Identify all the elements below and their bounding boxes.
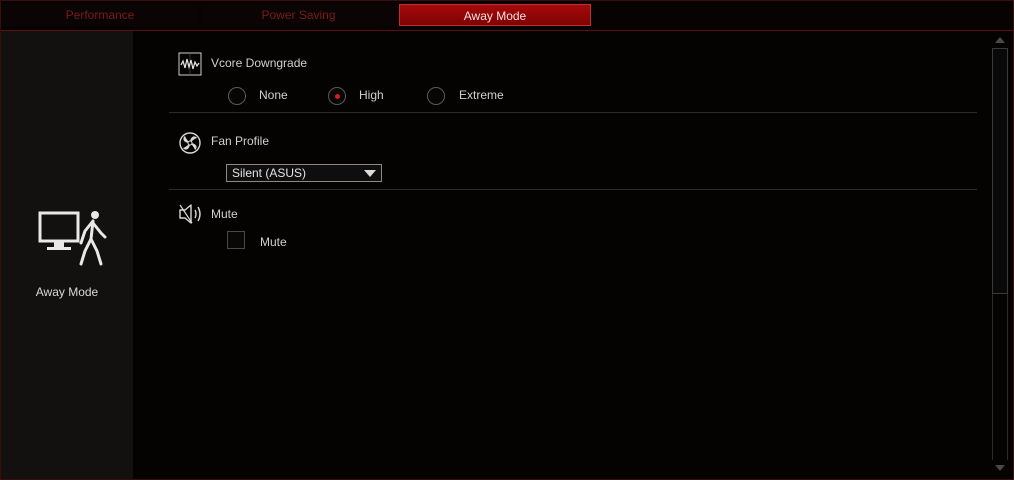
fan-profile-value: Silent (ASUS) bbox=[232, 166, 307, 180]
scroll-up-arrow-icon[interactable] bbox=[992, 34, 1008, 46]
left-panel-label: Away Mode bbox=[35, 285, 99, 299]
app-window: Performance Power Saving Away Mode Away … bbox=[0, 0, 1014, 480]
fan-profile-dropdown[interactable]: Silent (ASUS) bbox=[226, 164, 382, 182]
fan-title: Fan Profile bbox=[211, 134, 270, 148]
radio-extreme[interactable] bbox=[427, 87, 445, 105]
radio-high-label: High bbox=[359, 88, 384, 102]
radio-high[interactable] bbox=[328, 87, 346, 105]
settings-panel: Vcore Downgrade None High Extreme Fan Pr… bbox=[134, 31, 990, 479]
vertical-scrollbar[interactable] bbox=[990, 31, 1012, 479]
radio-none[interactable] bbox=[228, 87, 246, 105]
tab-bar: Performance Power Saving Away Mode bbox=[1, 1, 1013, 31]
left-panel: Away Mode bbox=[1, 31, 133, 479]
scroll-thumb[interactable] bbox=[992, 48, 1008, 294]
vcore-title: Vcore Downgrade bbox=[211, 56, 308, 70]
section-divider bbox=[169, 112, 977, 113]
section-divider bbox=[169, 189, 977, 190]
vcore-waveform-icon bbox=[178, 52, 202, 76]
radio-none-label: None bbox=[259, 88, 288, 102]
mute-checkbox-label: Mute bbox=[260, 235, 287, 249]
away-mode-icon bbox=[38, 211, 107, 266]
chevron-down-icon bbox=[364, 170, 376, 177]
radio-extreme-label: Extreme bbox=[459, 88, 504, 102]
fan-icon bbox=[179, 132, 201, 154]
tab-away-mode[interactable]: Away Mode bbox=[399, 4, 591, 26]
mute-checkbox[interactable] bbox=[227, 231, 245, 249]
tab-power-saving[interactable]: Power Saving bbox=[201, 4, 396, 26]
speaker-mute-icon bbox=[179, 204, 201, 224]
mute-title: Mute bbox=[211, 207, 238, 221]
tab-performance[interactable]: Performance bbox=[1, 4, 199, 26]
scroll-down-arrow-icon[interactable] bbox=[992, 462, 1008, 474]
